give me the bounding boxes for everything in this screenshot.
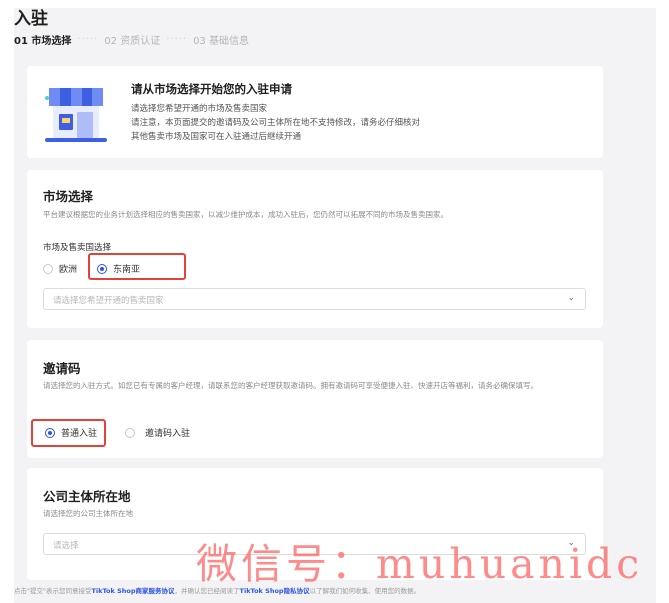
company-section-desc: 请选择您的公司主体所在地: [43, 509, 133, 518]
intro-banner: 请从市场选择开始您的入驻申请 请选择您希望开通的市场及售卖国家 请注意，本页面提…: [27, 66, 603, 158]
step-market: 01 市场选择: [14, 36, 72, 47]
country-select-placeholder: 请选择您希望开通的售卖国家: [53, 296, 164, 306]
company-section-title: 公司主体所在地: [43, 489, 131, 504]
merchant-agreement-link[interactable]: TikTok Shop商家服务协议: [91, 587, 174, 595]
step-divider: ·····: [77, 34, 99, 45]
watermark-text: 微信号：muhuanidc: [196, 540, 644, 588]
radio-europe[interactable]: 欧洲: [43, 262, 77, 275]
market-field-label: 市场及售卖国选择: [43, 243, 112, 253]
highlight-box-market: [88, 253, 186, 280]
company-select-placeholder: 请选择: [53, 541, 79, 551]
step-divider: ·····: [166, 34, 188, 45]
radio-circle[interactable]: [43, 263, 53, 274]
banner-line: 其他售卖市场及国家可在入驻通过后继续开通: [131, 132, 302, 142]
step-basic-info: 03 基础信息: [193, 36, 250, 47]
country-select[interactable]: 请选择您希望开通的售卖国家 ⌄: [43, 288, 586, 310]
market-section-desc: 平台建议根据您的业务计划选择相应的售卖国家，以减少维护成本，成功入驻后，您仍然可…: [43, 210, 448, 219]
banner-title: 请从市场选择开始您的入驻申请: [131, 82, 292, 96]
page-title: 入驻: [14, 9, 48, 29]
banner-line: 请选择您希望开通的市场及售卖国家: [131, 104, 268, 114]
invite-section-desc: 请选择您的入驻方式。如您已有专属的客户经理，请联系您的客户经理获取邀请码。拥有邀…: [43, 381, 538, 390]
highlight-box-invite: [31, 419, 106, 447]
radio-circle[interactable]: [125, 427, 135, 438]
market-section: 市场选择 平台建议根据您的业务计划选择相应的售卖国家，以减少维护成本，成功入驻后…: [27, 170, 603, 328]
radio-invite-entry[interactable]: 邀请码入驻: [125, 426, 190, 439]
banner-line: 请注意，本页面提交的邀请码及公司主体所在地不支持修改，请务必仔细核对: [131, 118, 421, 128]
step-qualification: 02 资质认证: [104, 36, 161, 47]
step-indicator: 01 市场选择 ····· 02 资质认证 ····· 03 基础信息: [14, 32, 249, 47]
chevron-down-icon[interactable]: ⌄: [567, 293, 575, 303]
storefront-icon: [45, 88, 107, 142]
market-section-title: 市场选择: [43, 189, 94, 204]
invite-section-title: 邀请码: [43, 361, 81, 376]
invite-section: 邀请码 请选择您的入驻方式。如您已有专属的客户经理，请联系您的客户经理获取邀请码…: [27, 340, 603, 458]
